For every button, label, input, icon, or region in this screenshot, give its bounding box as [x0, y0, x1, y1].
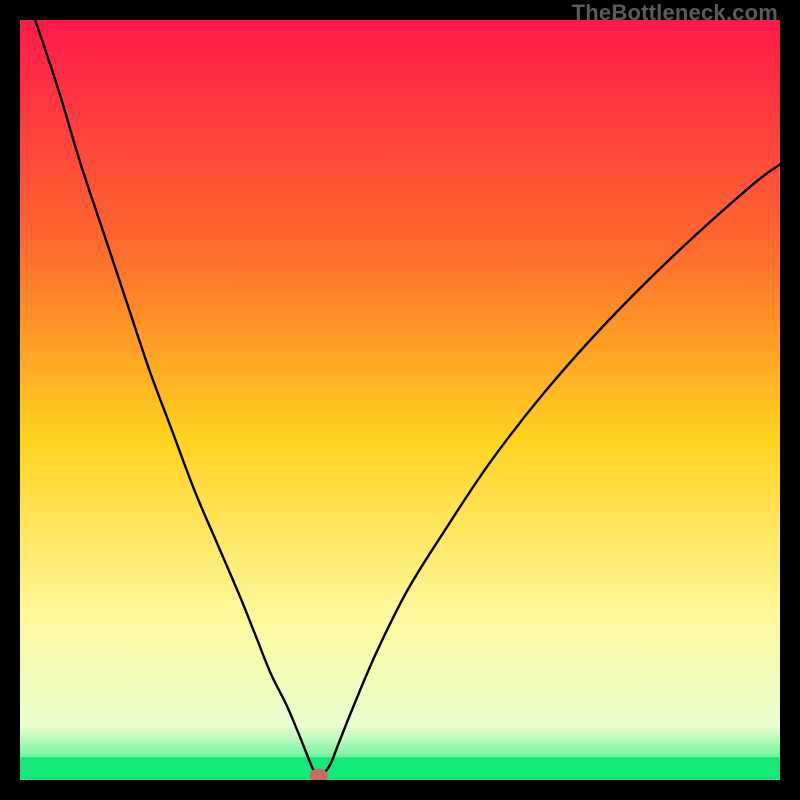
bottleneck-chart	[20, 20, 780, 780]
chart-frame: TheBottleneck.com	[0, 0, 800, 800]
watermark-text: TheBottleneck.com	[572, 0, 778, 26]
plot-area	[20, 20, 780, 780]
green-band	[20, 757, 780, 780]
gradient-background	[20, 20, 780, 780]
